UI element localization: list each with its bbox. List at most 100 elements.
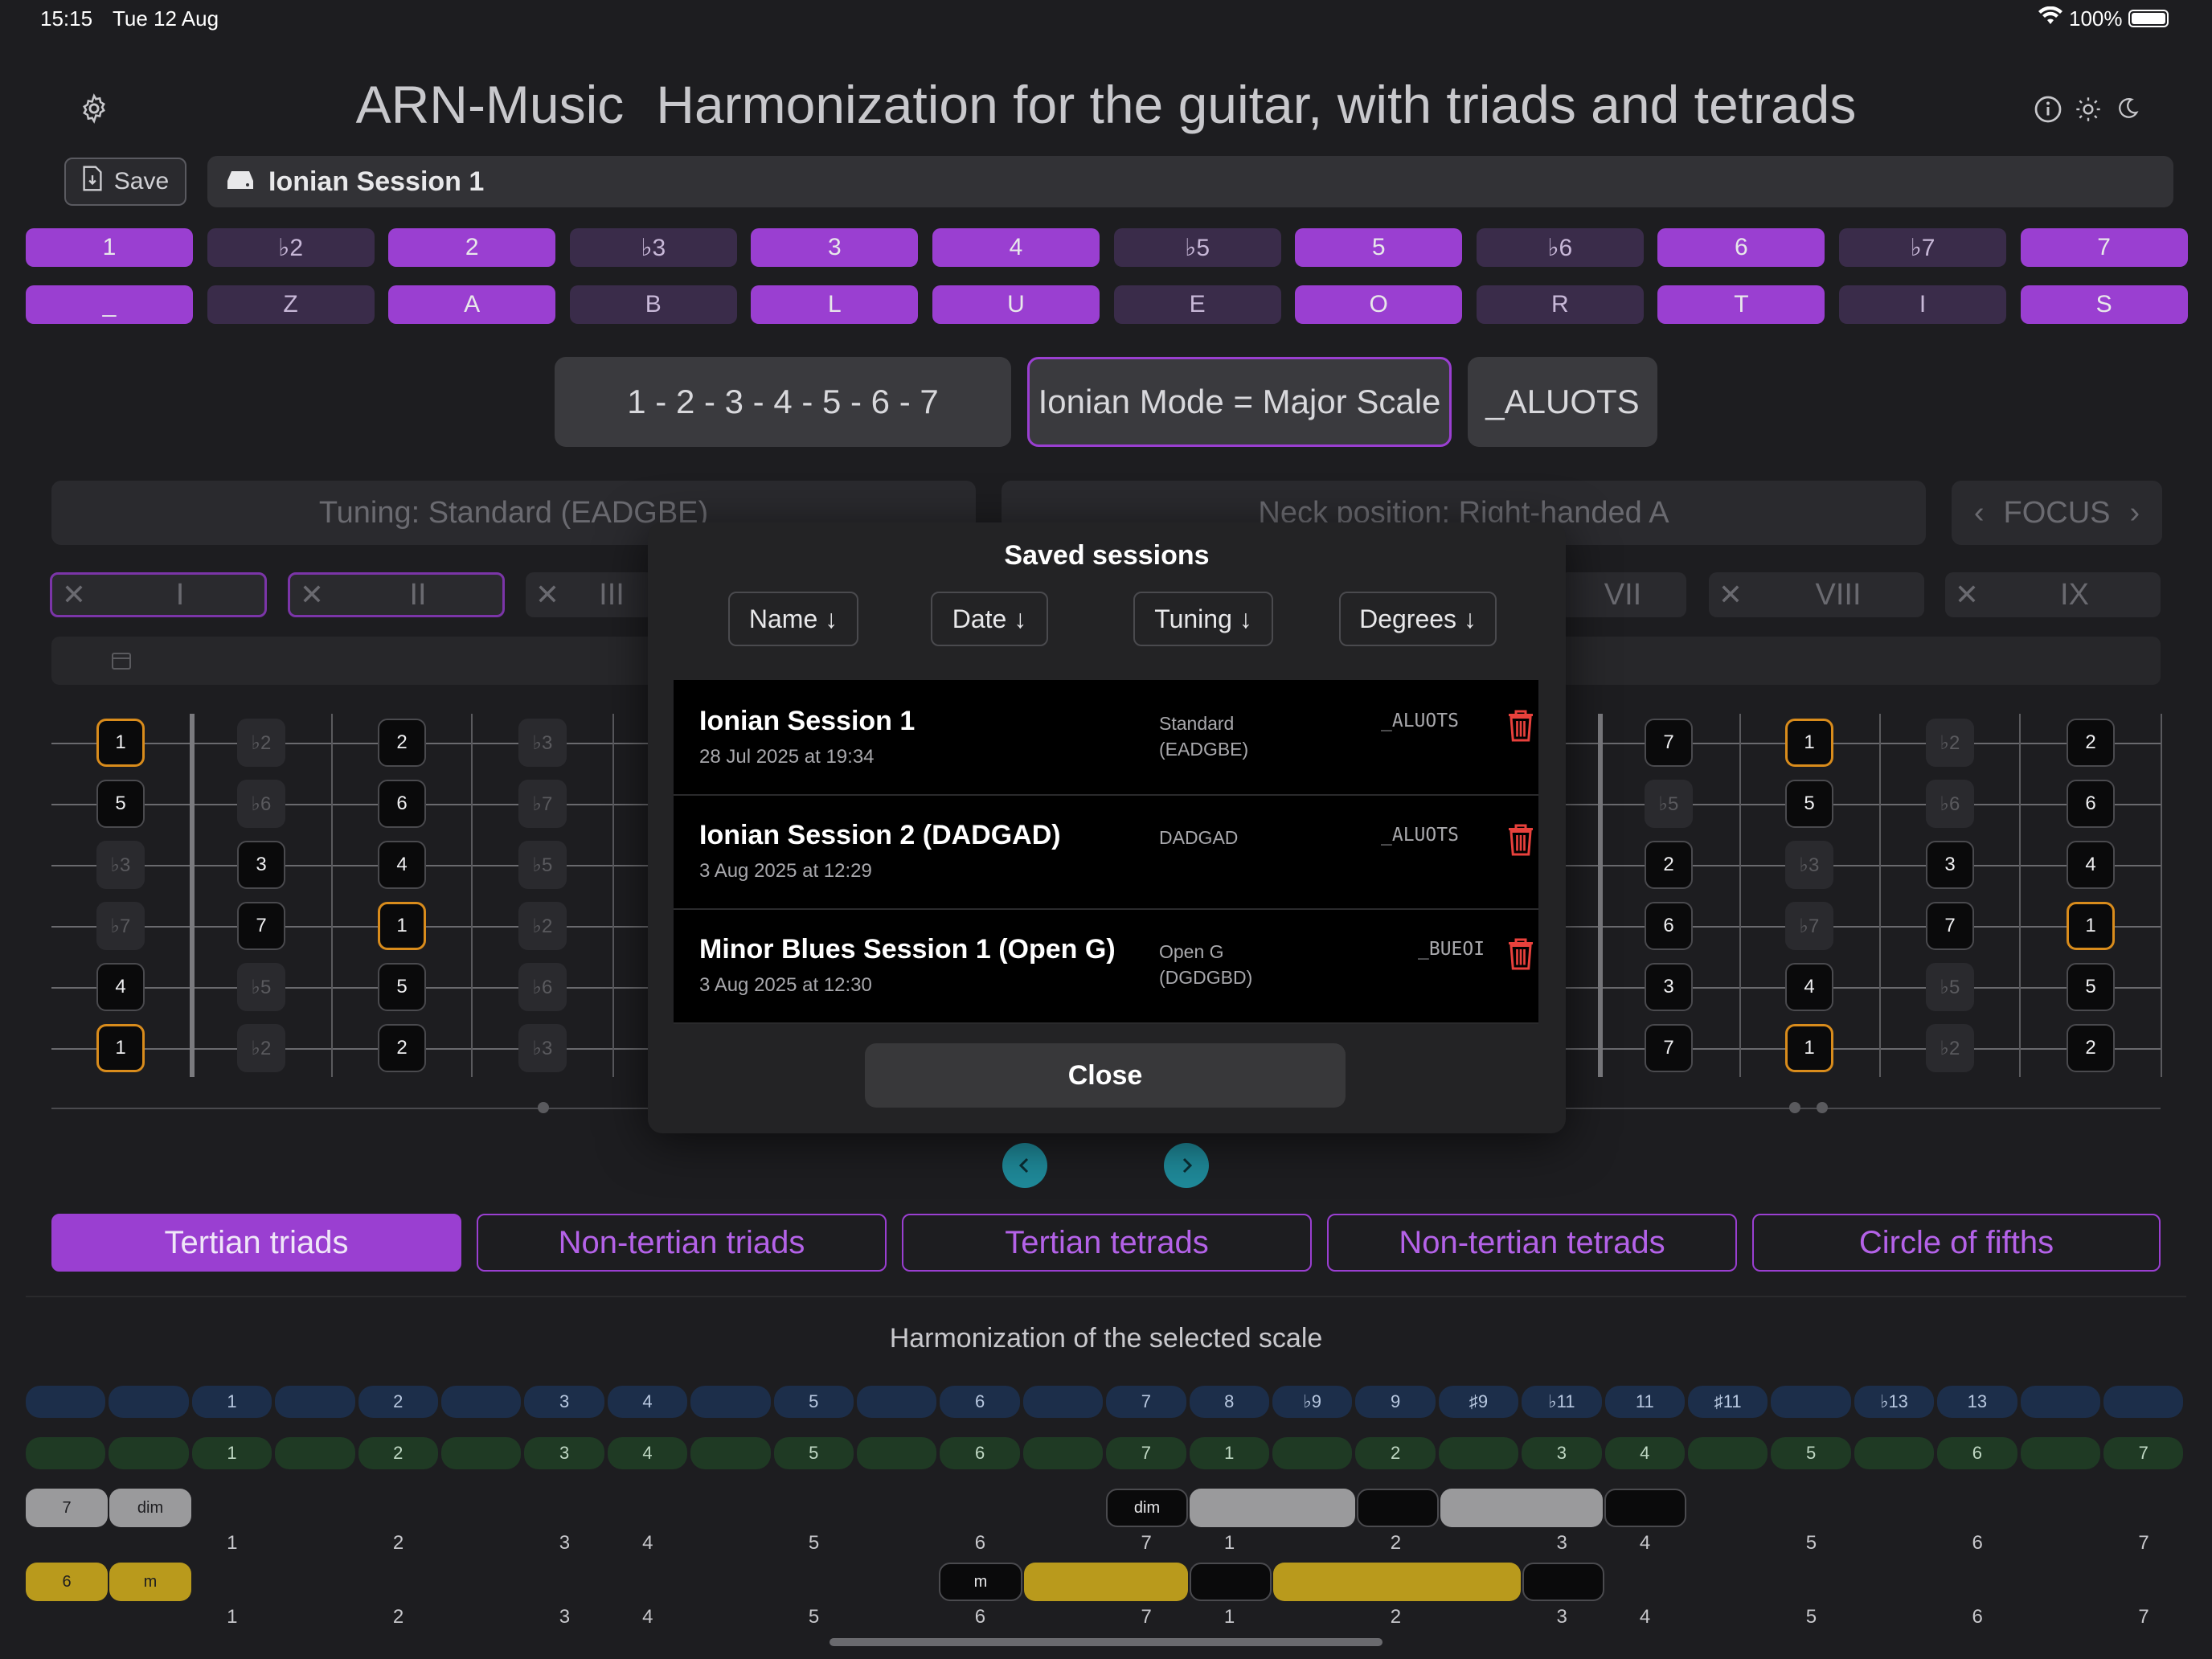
- fret-note[interactable]: 7: [237, 902, 285, 950]
- fret-note[interactable]: ♭7: [518, 780, 567, 828]
- trash-icon[interactable]: [1506, 709, 1535, 744]
- sort-by-date-button[interactable]: Date ↓: [931, 592, 1048, 646]
- fret-note[interactable]: ♭5: [237, 963, 285, 1011]
- degree-toggle[interactable]: 1: [26, 228, 193, 267]
- fret-note[interactable]: 7: [1645, 1024, 1693, 1072]
- degree-letter-toggle[interactable]: E: [1113, 285, 1281, 324]
- degree-letter-toggle[interactable]: I: [1839, 285, 2006, 324]
- degree-letter-toggle[interactable]: S: [2020, 285, 2188, 324]
- sun-icon[interactable]: [2075, 96, 2101, 126]
- fret-note[interactable]: ♭3: [518, 719, 567, 767]
- degree-toggle[interactable]: 2: [388, 228, 556, 267]
- scale-code[interactable]: _ALUOTS: [1468, 357, 1657, 447]
- chord-degree-chip[interactable]: 6: [26, 1563, 108, 1601]
- save-button[interactable]: Save: [64, 158, 186, 206]
- close-icon[interactable]: ✕: [1709, 578, 1752, 612]
- close-icon[interactable]: ✕: [290, 578, 334, 612]
- degree-letter-toggle[interactable]: _: [26, 285, 193, 324]
- trash-icon[interactable]: [1506, 823, 1535, 858]
- fret-note[interactable]: 4: [1785, 963, 1833, 1011]
- degree-letter-toggle[interactable]: B: [569, 285, 737, 324]
- fret-note[interactable]: 2: [2067, 719, 2115, 767]
- mode-name[interactable]: Ionian Mode = Major Scale: [1027, 357, 1452, 447]
- position-VIII[interactable]: ✕ VIII: [1709, 572, 1924, 617]
- fret-note[interactable]: 1: [96, 719, 145, 767]
- tab-tertian-triads[interactable]: Tertian triads: [51, 1214, 461, 1272]
- info-icon[interactable]: [2034, 95, 2062, 128]
- fret-note[interactable]: 5: [1785, 780, 1833, 828]
- fret-note[interactable]: ♭3: [518, 1024, 567, 1072]
- fret-note[interactable]: ♭2: [1926, 719, 1974, 767]
- fret-note[interactable]: 5: [378, 963, 426, 1011]
- fret-note[interactable]: 2: [378, 1024, 426, 1072]
- degree-toggle[interactable]: ♭2: [207, 228, 375, 267]
- fret-note[interactable]: 1: [2067, 902, 2115, 950]
- close-icon[interactable]: ✕: [526, 578, 569, 612]
- degree-letter-toggle[interactable]: O: [1295, 285, 1463, 324]
- trash-icon[interactable]: [1506, 937, 1535, 973]
- close-icon[interactable]: ✕: [52, 578, 96, 612]
- tab-tertian-tetrads[interactable]: Tertian tetrads: [902, 1214, 1312, 1272]
- sort-by-degrees-button[interactable]: Degrees ↓: [1339, 592, 1497, 646]
- degree-letter-toggle[interactable]: U: [932, 285, 1100, 324]
- fret-note[interactable]: 6: [378, 780, 426, 828]
- degree-toggle[interactable]: 5: [1295, 228, 1463, 267]
- sort-by-tuning-button[interactable]: Tuning ↓: [1133, 592, 1273, 646]
- fret-note[interactable]: ♭3: [1785, 841, 1833, 889]
- chord-quality-chip[interactable]: m: [109, 1563, 191, 1601]
- fret-note[interactable]: ♭3: [96, 841, 145, 889]
- fret-note[interactable]: 7: [1926, 902, 1974, 950]
- chevron-left-icon[interactable]: ‹: [1974, 496, 1985, 530]
- fret-note[interactable]: 5: [96, 780, 145, 828]
- fret-note[interactable]: ♭5: [1926, 963, 1974, 1011]
- close-button[interactable]: Close: [865, 1043, 1346, 1108]
- moon-icon[interactable]: [2116, 96, 2140, 125]
- session-row[interactable]: Ionian Session 1 28 Jul 2025 at 19:34 St…: [674, 680, 1538, 796]
- previous-button[interactable]: [1002, 1143, 1047, 1188]
- fret-note[interactable]: 6: [1645, 902, 1693, 950]
- fret-note[interactable]: ♭6: [1926, 780, 1974, 828]
- degree-toggle[interactable]: ♭5: [1113, 228, 1281, 267]
- sort-by-name-button[interactable]: Name ↓: [728, 592, 858, 646]
- degree-toggle[interactable]: 3: [751, 228, 919, 267]
- fret-note[interactable]: 3: [1926, 841, 1974, 889]
- fret-note[interactable]: ♭2: [518, 902, 567, 950]
- scale-formula[interactable]: 1 - 2 - 3 - 4 - 5 - 6 - 7: [555, 357, 1011, 447]
- fret-note[interactable]: ♭5: [518, 841, 567, 889]
- fret-note[interactable]: 3: [1645, 963, 1693, 1011]
- chevron-right-icon[interactable]: ›: [2130, 496, 2140, 530]
- degree-letter-toggle[interactable]: T: [1657, 285, 1825, 324]
- session-row[interactable]: Ionian Session 2 (DADGAD) 3 Aug 2025 at …: [674, 794, 1538, 910]
- fret-note[interactable]: ♭7: [1785, 902, 1833, 950]
- degree-toggle[interactable]: 7: [2020, 228, 2188, 267]
- fret-note[interactable]: ♭5: [1645, 780, 1693, 828]
- fret-note[interactable]: ♭2: [1926, 1024, 1974, 1072]
- session-row[interactable]: Minor Blues Session 1 (Open G) 3 Aug 202…: [674, 908, 1538, 1024]
- fret-note[interactable]: ♭6: [237, 780, 285, 828]
- degree-letter-toggle[interactable]: L: [751, 285, 919, 324]
- degree-toggle[interactable]: 4: [932, 228, 1100, 267]
- fret-note[interactable]: 2: [378, 719, 426, 767]
- fret-note[interactable]: ♭2: [237, 719, 285, 767]
- fret-note[interactable]: 1: [1785, 719, 1833, 767]
- degree-letter-toggle[interactable]: R: [1476, 285, 1644, 324]
- position-IX[interactable]: ✕ IX: [1945, 572, 2161, 617]
- fret-note[interactable]: 2: [2067, 1024, 2115, 1072]
- chord-degree-chip[interactable]: 7: [26, 1489, 108, 1527]
- degree-letter-toggle[interactable]: A: [388, 285, 556, 324]
- session-name-field[interactable]: Ionian Session 1: [207, 156, 2173, 207]
- fret-note[interactable]: 4: [378, 841, 426, 889]
- fret-note[interactable]: ♭6: [518, 963, 567, 1011]
- degree-toggle[interactable]: 6: [1657, 228, 1825, 267]
- fret-note[interactable]: 7: [1645, 719, 1693, 767]
- tab-non-tertian-tetrads[interactable]: Non-tertian tetrads: [1327, 1214, 1737, 1272]
- fret-note[interactable]: 1: [96, 1024, 145, 1072]
- degree-toggle[interactable]: ♭6: [1476, 228, 1644, 267]
- calendar-icon[interactable]: [111, 651, 132, 674]
- position-VII[interactable]: VII: [1559, 572, 1686, 617]
- degree-letter-toggle[interactable]: Z: [207, 285, 375, 324]
- fret-note[interactable]: 1: [378, 902, 426, 950]
- position-III[interactable]: ✕ III: [526, 572, 654, 617]
- fret-note[interactable]: 5: [2067, 963, 2115, 1011]
- position-II[interactable]: ✕ II: [288, 572, 505, 617]
